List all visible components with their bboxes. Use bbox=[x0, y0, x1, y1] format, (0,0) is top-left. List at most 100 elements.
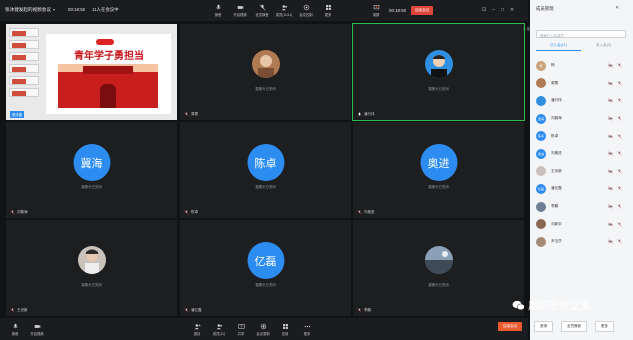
mic-off-icon[interactable] bbox=[617, 169, 622, 174]
slide-thumb[interactable] bbox=[9, 52, 39, 61]
share-button[interactable]: 共享 bbox=[230, 320, 252, 339]
member-row[interactable]: 周蕾 bbox=[536, 75, 628, 93]
pin-icon[interactable]: ⊡ bbox=[482, 7, 486, 13]
avatar bbox=[77, 246, 106, 274]
maximize-icon[interactable]: □ bbox=[501, 7, 504, 13]
end-meeting-button[interactable]: 结束会议 bbox=[498, 322, 523, 331]
member-row[interactable]: 潘行伟 bbox=[536, 92, 628, 110]
mic-off-icon[interactable] bbox=[617, 116, 622, 121]
member-row[interactable]: 王世新 bbox=[536, 163, 628, 181]
camera-off-icon[interactable] bbox=[608, 134, 613, 139]
video-tile[interactable]: 摄像头已关闭 李鹏 bbox=[353, 220, 524, 316]
member-search-input[interactable]: 搜索已入会成员 bbox=[536, 30, 626, 38]
avatar bbox=[424, 246, 453, 274]
camera-off-icon[interactable] bbox=[608, 63, 613, 68]
mute-button[interactable]: 静音 bbox=[207, 1, 229, 20]
record-button[interactable]: 录屏 bbox=[365, 1, 387, 20]
camera-off-icon[interactable] bbox=[608, 186, 613, 192]
mic-off-icon[interactable] bbox=[617, 151, 622, 156]
mute-button[interactable]: 静音 bbox=[4, 320, 26, 339]
avatar bbox=[251, 50, 280, 78]
shared-slide: 青年学子勇担当 张沐捷 bbox=[6, 24, 177, 120]
top-tools: 静音 开启视频 全员静音 成员(11/11) 会议控制 更多 bbox=[207, 1, 339, 20]
more-button[interactable]: 更多 bbox=[317, 1, 339, 20]
member-row[interactable]: 亿磊 潘亿磊 bbox=[536, 180, 628, 198]
tab-joined[interactable]: 已入会(11) bbox=[536, 43, 581, 51]
panel-mute-all-button[interactable]: 全员静音 bbox=[561, 321, 587, 332]
mic-off-icon[interactable] bbox=[617, 221, 622, 227]
camera-off-icon[interactable] bbox=[608, 204, 613, 209]
bottom-center-tools: 邀请 成员(11) 共享 会议录制 应用 更多 bbox=[186, 320, 318, 339]
mic-off-icon[interactable] bbox=[617, 186, 622, 192]
member-icons bbox=[608, 221, 622, 227]
record-meeting-button[interactable]: 会议录制 bbox=[252, 320, 274, 339]
video-tile[interactable]: 冀海 摄像头已关闭 刘冀海 bbox=[6, 122, 177, 218]
avatar bbox=[536, 219, 546, 230]
member-name: 李鹏 bbox=[551, 204, 559, 209]
video-tile[interactable]: 奥进 摄像头已关闭 刘奥进 bbox=[353, 122, 524, 218]
members-button[interactable]: 成员(11) bbox=[208, 320, 230, 339]
start-video-button[interactable]: 开启视频 bbox=[26, 320, 48, 339]
member-row[interactable]: 冀海 刘冀海 bbox=[536, 110, 628, 128]
more-button[interactable]: 更多 bbox=[296, 320, 318, 339]
avatar bbox=[536, 236, 546, 247]
camera-off-icon[interactable] bbox=[608, 81, 613, 86]
slide-thumbnails bbox=[9, 28, 45, 110]
mute-all-button[interactable]: 全员静音 bbox=[251, 1, 273, 20]
tab-not-joined[interactable]: 未入会(0) bbox=[581, 43, 626, 51]
camera-off-icon[interactable] bbox=[608, 169, 613, 174]
meeting-control-button[interactable]: 会议控制 bbox=[295, 1, 317, 20]
camera-off-icon[interactable] bbox=[608, 116, 613, 121]
tile-name: 王世新 bbox=[10, 308, 28, 313]
close-icon[interactable]: ✕ bbox=[615, 5, 619, 11]
slide-thumb[interactable] bbox=[9, 76, 39, 85]
panel-more-button[interactable]: 更多 bbox=[595, 321, 614, 332]
panel-invite-button[interactable]: 邀请 bbox=[534, 321, 553, 332]
member-row[interactable]: 李鹏 bbox=[536, 198, 628, 216]
apps-button[interactable]: 应用 bbox=[274, 320, 296, 339]
video-tile-shared-screen[interactable]: 青年学子勇担当 张沐捷 bbox=[6, 24, 177, 120]
bottom-toolbar: 静音 开启视频 邀请 成员(11) 共享 会议录制 应用 更多 bbox=[0, 318, 528, 340]
slide-thumb[interactable] bbox=[9, 40, 39, 49]
camera-off-icon[interactable] bbox=[608, 98, 613, 104]
mic-off-icon[interactable] bbox=[617, 63, 622, 68]
mic-off-icon[interactable] bbox=[617, 134, 622, 139]
avatar: 陈卓 bbox=[536, 131, 546, 142]
video-tile-active-speaker[interactable]: 摄像头已关闭 潘行伟 ⛶ 全屏 bbox=[352, 23, 533, 121]
camera-off-icon[interactable] bbox=[608, 151, 613, 156]
members-button[interactable]: 成员(11/11) bbox=[273, 1, 295, 20]
invite-button[interactable]: 邀请 bbox=[186, 320, 208, 339]
member-name: 刘新宇 bbox=[551, 221, 562, 226]
slide-thumb[interactable] bbox=[9, 64, 39, 73]
mic-off-icon[interactable] bbox=[617, 239, 622, 244]
avatar bbox=[536, 166, 546, 177]
member-row[interactable]: 尹玉莎 bbox=[536, 233, 628, 251]
camera-off-text: 摄像头已关闭 bbox=[255, 185, 276, 189]
camera-off-icon[interactable] bbox=[608, 239, 613, 244]
end-meeting-button[interactable]: 结束会议 bbox=[411, 6, 434, 15]
member-row[interactable]: 奥进 刘奥进 bbox=[536, 145, 628, 163]
mic-off-icon[interactable] bbox=[617, 204, 622, 209]
member-row[interactable]: 杨杨 bbox=[536, 57, 628, 75]
member-list: 杨杨周蕾潘行伟冀海 刘冀海 陈卓 陈卓 奥进 刘奥进 王世新 亿磊 潘亿磊李鹏刘新宇尹玉莎 bbox=[536, 57, 628, 251]
camera-off-text: 摄像头已关闭 bbox=[81, 185, 102, 189]
start-video-button[interactable]: 开启视频 bbox=[229, 1, 251, 20]
slide-thumb[interactable] bbox=[9, 88, 39, 97]
video-tile[interactable]: 摄像头已关闭 周蕾 bbox=[180, 24, 351, 120]
video-tile[interactable]: 摄像头已关闭 王世新 bbox=[6, 220, 177, 316]
member-row[interactable]: 刘新宇 bbox=[536, 215, 628, 233]
meeting-title[interactable]: 张沐捷发起的视频会议 ▾ bbox=[5, 7, 55, 13]
member-name: 潘行伟 bbox=[551, 98, 562, 103]
close-icon[interactable]: ✕ bbox=[510, 7, 514, 13]
minimize-icon[interactable]: – bbox=[492, 7, 495, 13]
mic-off-icon[interactable] bbox=[617, 98, 622, 104]
camera-off-icon[interactable] bbox=[608, 221, 613, 227]
window-controls: ⊡ – □ ✕ bbox=[482, 7, 514, 13]
video-tile[interactable]: 陈卓 摄像头已关闭 陈卓 bbox=[180, 122, 351, 218]
mic-off-icon[interactable] bbox=[617, 81, 622, 86]
video-tile[interactable]: 亿磊 摄像头已关闭 潘亿磊 bbox=[180, 220, 351, 316]
slide-thumb[interactable] bbox=[9, 28, 39, 37]
tile-name: 刘冀海 bbox=[10, 210, 28, 215]
member-row[interactable]: 陈卓 陈卓 bbox=[536, 127, 628, 145]
meeting-timer: 00:18:50 bbox=[68, 7, 86, 12]
